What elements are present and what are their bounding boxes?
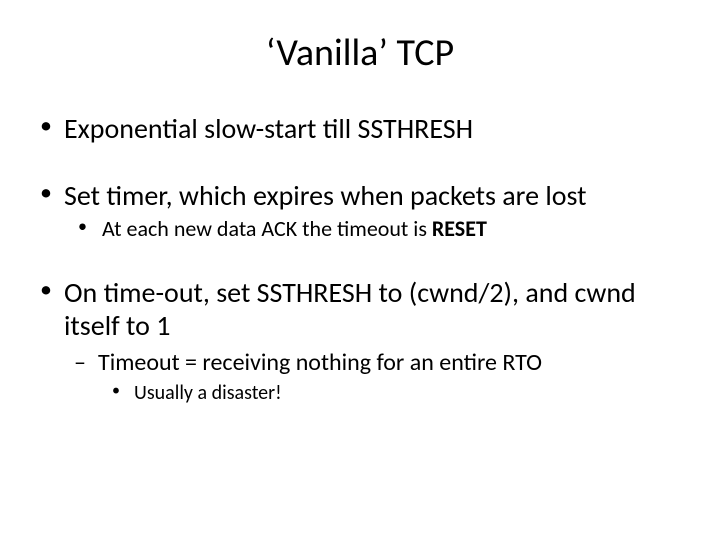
bullet-text: Exponential slow-start till SSTHRESH — [64, 111, 473, 146]
slide-title: ‘Vanilla’ TCP — [34, 30, 686, 76]
sub-bullet-item: At each new data ACK the timeout is RESE… — [64, 216, 686, 242]
bullet-text: On time-out, set SSTHRESH to (cwnd/2), a… — [64, 275, 636, 343]
sub-bullet-bold: RESET — [432, 215, 487, 242]
bullet-text: Set timer, which expires when packets ar… — [64, 178, 587, 213]
sub-dash-text: Timeout = receiving nothing for an entir… — [98, 348, 542, 377]
bullet-list: Exponential slow-start till SSTHRESH Set… — [34, 112, 686, 405]
bullet-item-3: On time-out, set SSTHRESH to (cwnd/2), a… — [34, 276, 686, 405]
bullet-item-1: Exponential slow-start till SSTHRESH — [34, 112, 686, 145]
bullet-item-2: Set timer, which expires when packets ar… — [34, 179, 686, 242]
sub-bullet-text: At each new data ACK the timeout is — [102, 215, 432, 242]
sub-sub-bullet-text: Usually a disaster! — [134, 381, 282, 405]
sub-sub-bullet-item: Usually a disaster! — [98, 381, 686, 405]
sub-dash-item: Timeout = receiving nothing for an entir… — [64, 349, 686, 406]
